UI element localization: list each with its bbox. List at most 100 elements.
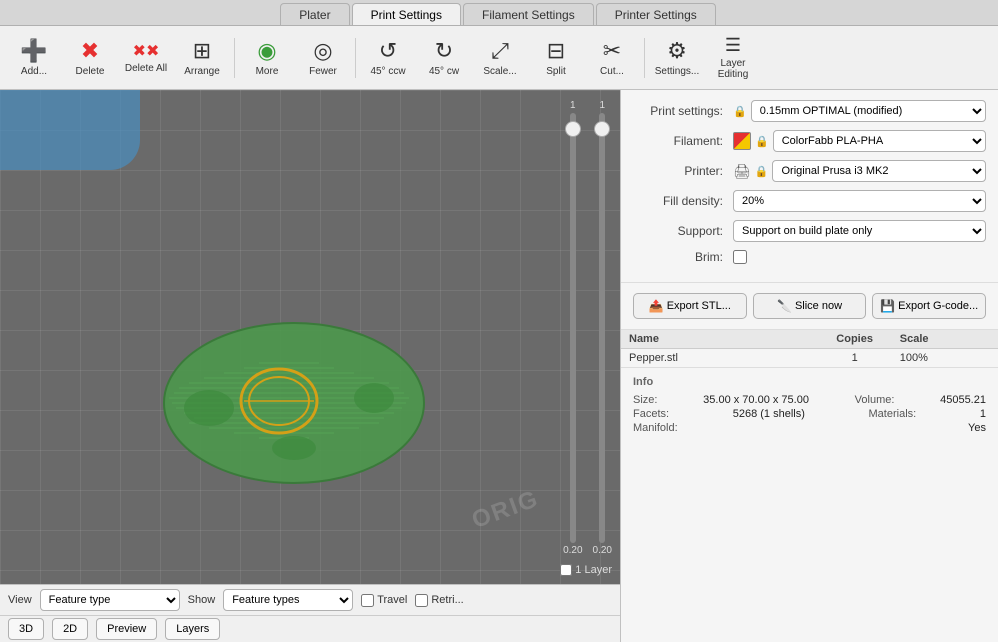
layer-editing-button[interactable]: ☰ Layer Editing [707, 32, 759, 84]
rotate-ccw-button[interactable]: ↺ 45° ccw [362, 32, 414, 84]
layer-slider-thumb[interactable] [565, 121, 581, 137]
view-3d-button[interactable]: 3D [8, 618, 44, 640]
object-name: Pepper.stl [629, 352, 810, 364]
scale-button[interactable]: ⤢ Scale... [474, 32, 526, 84]
fewer-icon: ◎ [313, 38, 332, 64]
filament-select[interactable]: ColorFabb PLA-PHA [773, 130, 986, 152]
printer-control: 🖨 🔒 Original Prusa i3 MK2 [733, 160, 986, 182]
support-select[interactable]: Support on build plate only [733, 220, 986, 242]
layer-checkbox[interactable] [560, 564, 572, 576]
brim-checkbox[interactable] [733, 250, 747, 264]
add-icon: ➕ [20, 38, 47, 64]
slider-top-value-2: 1 [599, 100, 605, 111]
tab-filament-settings[interactable]: Filament Settings [463, 3, 594, 25]
slider-bottom-value-2: 0.20 [593, 545, 612, 556]
filament-label: Filament: [633, 134, 733, 148]
object-copies: 1 [810, 352, 900, 364]
tab-print-settings[interactable]: Print Settings [352, 3, 461, 25]
printer-select[interactable]: Original Prusa i3 MK2 [772, 160, 986, 182]
slice-now-label: Slice now [795, 300, 842, 312]
delete-all-icon: ✖✖ [133, 41, 160, 61]
viewport-panel: ORIG 1 0.20 1 [0, 90, 620, 642]
view-layers-button[interactable]: Layers [165, 618, 220, 640]
info-facets-label: Facets: [633, 408, 669, 420]
view-select[interactable]: Feature type Height (gradient) Height (r… [40, 589, 180, 611]
delete-all-button[interactable]: ✖✖ Delete All [120, 32, 172, 84]
rotate-ccw-label: 45° ccw [370, 66, 405, 77]
settings-icon: ⚙ [667, 38, 687, 64]
scale-label: Scale... [483, 66, 516, 77]
col-header-name: Name [629, 333, 810, 345]
rotate-cw-button[interactable]: ↻ 45° cw [418, 32, 470, 84]
info-facets-row: Facets: 5268 (1 shells) Materials: 1 [633, 408, 986, 420]
fewer-button[interactable]: ◎ Fewer [297, 32, 349, 84]
support-row: Support: Support on build plate only [633, 220, 986, 242]
arrange-label: Arrange [184, 66, 220, 77]
info-manifold-label: Manifold: [633, 422, 678, 434]
object-list: Name Copies Scale Pepper.stl 1 100% [621, 330, 998, 368]
delete-icon: ✖ [81, 38, 99, 64]
print-settings-label: Print settings: [633, 104, 733, 118]
blue-area [0, 90, 140, 170]
export-gcode-button[interactable]: 💾 Export G-code... [872, 293, 986, 319]
settings-lock-icon: 🔒 [733, 105, 747, 118]
cut-label: Cut... [600, 66, 624, 77]
split-icon: ⊟ [547, 38, 565, 64]
filament-color-swatch [733, 132, 751, 150]
travel-label: Travel [377, 594, 407, 606]
object-scale: 100% [900, 352, 990, 364]
support-control: Support on build plate only [733, 220, 986, 242]
more-button[interactable]: ◉ More [241, 32, 293, 84]
retraction-checkbox[interactable] [415, 594, 428, 607]
info-section: Info Size: 35.00 x 70.00 x 75.00 Volume:… [621, 368, 998, 642]
brim-control [733, 250, 986, 264]
print-settings-control: 🔒 0.15mm OPTIMAL (modified) [733, 100, 986, 122]
fill-density-row: Fill density: 20% [633, 190, 986, 212]
support-label: Support: [633, 224, 733, 238]
printer-lock-icon: 🔒 [755, 165, 769, 178]
settings-button[interactable]: ⚙ Settings... [651, 32, 703, 84]
info-size-row: Size: 35.00 x 70.00 x 75.00 Volume: 4505… [633, 394, 986, 406]
layer-slider-thumb-2[interactable] [594, 121, 610, 137]
delete-button[interactable]: ✖ Delete [64, 32, 116, 84]
table-row[interactable]: Pepper.stl 1 100% [621, 349, 998, 367]
layer-editing-label: Layer Editing [707, 58, 759, 80]
slice-now-button[interactable]: 🔪 Slice now [753, 293, 867, 319]
show-select[interactable]: Feature types [223, 589, 353, 611]
delete-label: Delete [76, 66, 105, 77]
col-header-copies: Copies [810, 333, 900, 345]
slider-top-value-1: 1 [570, 100, 576, 111]
view-preview-button[interactable]: Preview [96, 618, 157, 640]
filament-lock-icon: 🔒 [755, 135, 769, 148]
export-gcode-label: Export G-code... [898, 300, 978, 312]
info-volume-label: Volume: [855, 394, 895, 406]
print-settings-select[interactable]: 0.15mm OPTIMAL (modified) [751, 100, 986, 122]
arrange-button[interactable]: ⊞ Arrange [176, 32, 228, 84]
info-header: Info [633, 376, 986, 388]
grid-background: ORIG 1 0.20 1 [0, 90, 620, 584]
toolbar: ➕ Add... ✖ Delete ✖✖ Delete All ⊞ Arrang… [0, 26, 998, 90]
split-button[interactable]: ⊟ Split [530, 32, 582, 84]
settings-label: Settings... [655, 66, 699, 77]
layer-checkbox-container: 1 Layer [560, 564, 612, 576]
bottom-controls: View Feature type Height (gradient) Heig… [0, 584, 620, 642]
add-button[interactable]: ➕ Add... [8, 32, 60, 84]
info-manifold-value: Yes [968, 422, 986, 434]
tab-plater[interactable]: Plater [280, 3, 349, 25]
fill-density-label: Fill density: [633, 194, 733, 208]
travel-checkbox[interactable] [361, 594, 374, 607]
tab-printer-settings[interactable]: Printer Settings [596, 3, 716, 25]
filament-row: Filament: 🔒 ColorFabb PLA-PHA [633, 130, 986, 152]
view-2d-button[interactable]: 2D [52, 618, 88, 640]
fill-density-select[interactable]: 20% [733, 190, 986, 212]
viewport-canvas[interactable]: ORIG 1 0.20 1 [0, 90, 620, 584]
export-stl-button[interactable]: 📤 Export STL... [633, 293, 747, 319]
cut-button[interactable]: ✂ Cut... [586, 32, 638, 84]
brim-row: Brim: [633, 250, 986, 264]
rotate-cw-label: 45° cw [429, 66, 459, 77]
arrange-icon: ⊞ [193, 38, 211, 64]
show-label: Show [188, 594, 216, 606]
brim-label: Brim: [633, 250, 733, 264]
info-materials-value: 1 [980, 408, 986, 420]
fill-density-control: 20% [733, 190, 986, 212]
